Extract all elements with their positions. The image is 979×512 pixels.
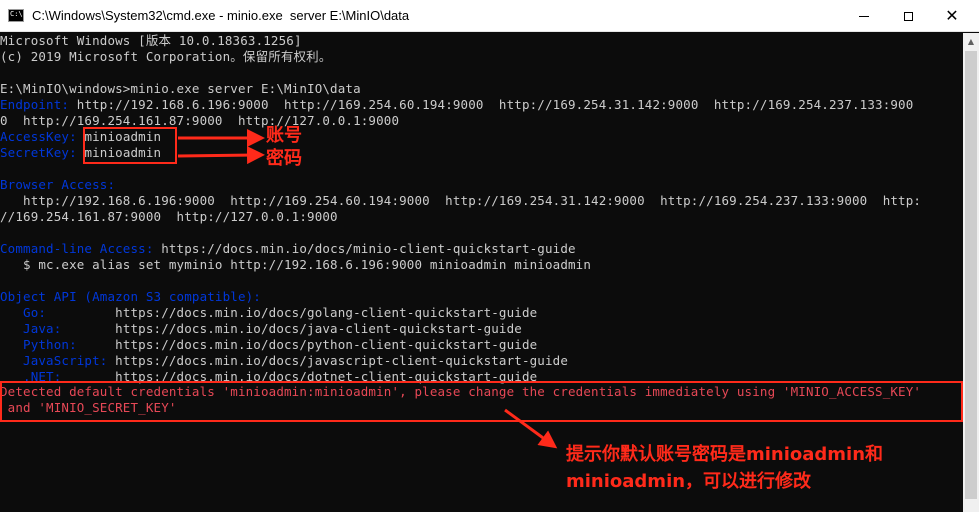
cmd-window: C:\ C:\Windows\System32\cmd.exe - minio.… [0,0,979,512]
sdk-javascript-label: JavaScript: [0,353,116,368]
command-line-access-label: Command-line Access: [0,241,162,256]
console-line: //169.254.161.87:9000 http://127.0.0.1:9… [0,209,338,224]
cmd-app-icon[interactable]: C:\ [8,9,24,22]
close-icon: ✕ [945,6,959,25]
credentials-highlight-box [83,127,177,164]
sdk-javascript-url: https://docs.min.io/docs/javascript-clie… [115,353,569,368]
console-line: $ mc.exe alias set myminio http://192.16… [0,257,592,272]
maximize-icon [903,11,913,21]
endpoint-label: Endpoint: [0,97,77,112]
warning-highlight-box [0,381,963,422]
sdk-python-label: Python: [0,337,116,352]
maximize-button[interactable] [885,0,931,32]
console-line: Microsoft Windows [版本 10.0.18363.1256] [0,33,302,48]
sdk-python-line: Python: https://docs.min.io/docs/python-… [0,337,537,353]
minimize-button[interactable] [841,0,887,32]
endpoint-line: Endpoint: http://192.168.6.196:9000 http… [0,97,913,113]
console-line: http://192.168.6.196:9000 http://169.254… [0,193,922,208]
console-output[interactable]: Microsoft Windows [版本 10.0.18363.1256] (… [0,33,963,512]
sdk-go-url: https://docs.min.io/docs/golang-client-q… [115,305,538,320]
sdk-java-line: Java: https://docs.min.io/docs/java-clie… [0,321,522,337]
sdk-go-line: Go: https://docs.min.io/docs/golang-clie… [0,305,537,321]
account-annotation: 账号 [266,125,302,146]
password-annotation: 密码 [266,148,302,169]
command-line-access-line: Command-line Access: https://docs.min.io… [0,241,576,257]
sdk-python-url: https://docs.min.io/docs/python-client-q… [115,337,538,352]
hint-annotation-line1: 提示你默认账号密码是minioadmin和 [566,444,884,465]
sdk-java-label: Java: [0,321,116,336]
browser-access-label: Browser Access: [0,177,116,192]
minimize-icon [859,15,869,17]
endpoint-urls: http://192.168.6.196:9000 http://169.254… [76,97,914,112]
console-line: 0 http://169.254.161.87:9000 http://127.… [0,113,400,128]
secret-key-label: SecretKey: [0,145,85,160]
sdk-go-label: Go: [0,305,116,320]
scrollbar-thumb[interactable] [965,51,977,499]
command-line-access-url: https://docs.min.io/docs/minio-client-qu… [161,241,576,256]
object-api-label: Object API (Amazon S3 compatible): [0,289,261,304]
sdk-java-url: https://docs.min.io/docs/java-client-qui… [115,321,522,336]
console-line: (c) 2019 Microsoft Corporation。保留所有权利。 [0,49,332,64]
access-key-label: AccessKey: [0,129,85,144]
vertical-scrollbar[interactable]: ▲ [963,33,979,512]
sdk-javascript-line: JavaScript: https://docs.min.io/docs/jav… [0,353,568,369]
close-button[interactable]: ✕ [929,0,975,32]
scroll-up-arrow-icon[interactable]: ▲ [963,33,979,50]
title-bar[interactable]: C:\ C:\Windows\System32\cmd.exe - minio.… [0,0,979,32]
window-title: C:\Windows\System32\cmd.exe - minio.exe … [32,8,410,23]
console-line: E:\MinIO\windows>minio.exe server E:\Min… [0,81,361,96]
hint-annotation-line2: minioadmin，可以进行修改 [566,471,812,492]
